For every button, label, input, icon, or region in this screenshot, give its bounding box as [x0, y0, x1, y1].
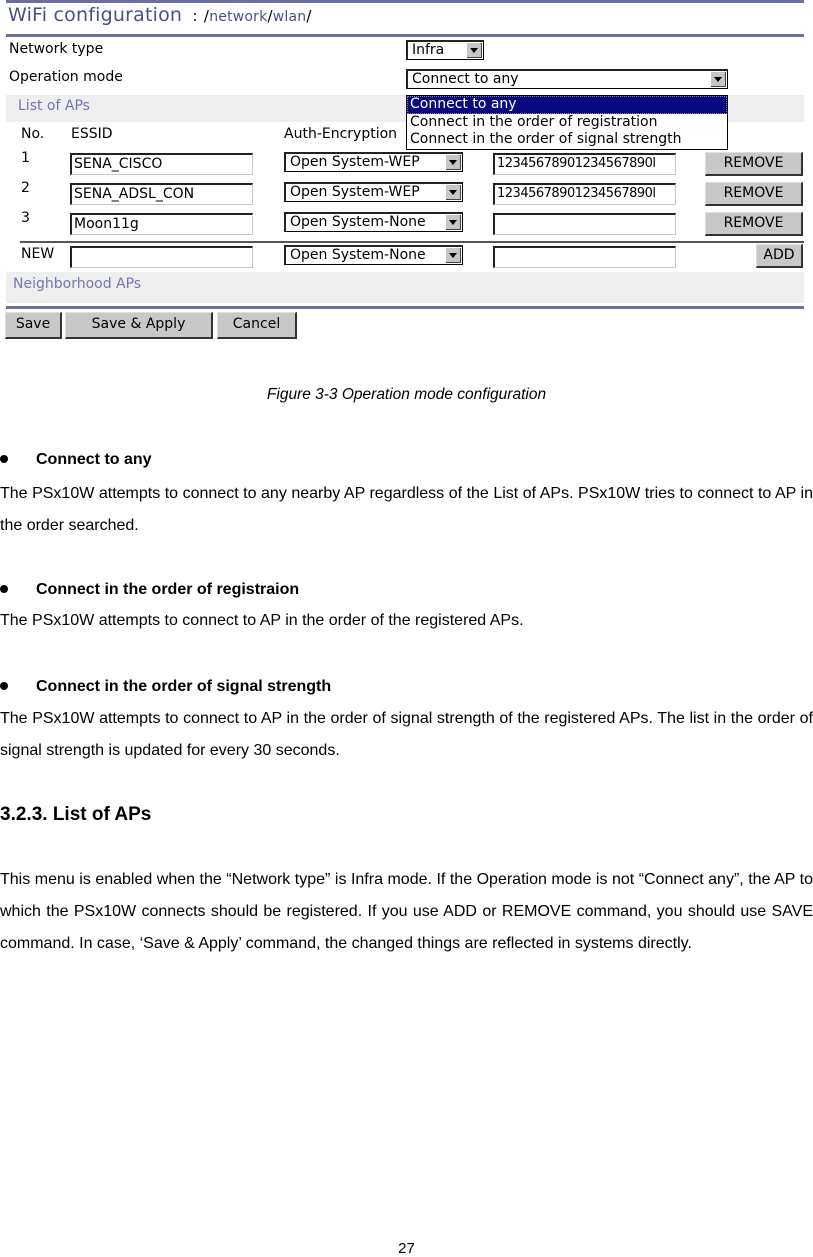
list-of-aps-label: List of APs [18, 98, 90, 114]
neighborhood-aps-band: Neighborhood APs [6, 272, 804, 303]
add-button[interactable]: ADD [756, 244, 803, 268]
bullet-heading: Connect in the order of registraion [0, 581, 299, 599]
dropdown-arrow-icon[interactable] [446, 215, 461, 230]
paragraph: This menu is enabled when the “Network t… [0, 871, 813, 952]
remove-button[interactable]: REMOVE [705, 152, 803, 176]
auth-encryption-select[interactable]: Open System-WEP [284, 182, 463, 202]
dropdown-arrow-icon[interactable] [446, 185, 461, 200]
key-input[interactable]: 12345678901234567890l [493, 183, 676, 205]
new-key-input[interactable] [493, 246, 676, 268]
essid-input[interactable]: SENA_CISCO [70, 153, 253, 175]
ap-row-number: 1 [21, 150, 30, 166]
top-rule [6, 0, 804, 3]
bullet-text: Connect to any [36, 451, 152, 468]
figure-caption: Figure 3-3 Operation mode configuration [266, 386, 547, 403]
auth-encryption-value: Open System-WEP [290, 184, 420, 200]
column-header-no: No. [21, 126, 45, 142]
option-order-of-signal-strength[interactable]: Connect in the order of signal strength [407, 131, 727, 149]
network-type-label: Network type [9, 41, 104, 57]
ap-row-number: 2 [21, 180, 30, 196]
new-essid-input[interactable] [70, 246, 253, 268]
title-separator: : [192, 7, 198, 25]
bullet-icon [0, 584, 8, 593]
dropdown-arrow-icon[interactable] [711, 72, 726, 87]
auth-encryption-value: Open System-None [290, 214, 426, 230]
bullet-text: Connect in the order of registraion [36, 581, 300, 598]
auth-encryption-value: Open System-WEP [290, 154, 420, 170]
ap-row-number: 3 [21, 210, 30, 226]
save-apply-button[interactable]: Save & Apply [65, 312, 213, 339]
new-auth-encryption-select[interactable]: Open System-None [284, 245, 463, 265]
auth-encryption-value: Open System-None [290, 247, 426, 263]
operation-mode-label: Operation mode [9, 69, 123, 85]
column-header-auth-encryption: Auth-Encryption [284, 126, 398, 142]
page-title: WiFi configuration : /network/wlan/ [8, 4, 312, 26]
footer-rule [6, 306, 804, 309]
operation-mode-select[interactable]: Connect to any [406, 69, 728, 89]
neighborhood-aps-label: Neighborhood APs [13, 276, 142, 292]
paragraph: The PSx10W attempts to connect to AP in … [0, 612, 524, 629]
cancel-button[interactable]: Cancel [217, 312, 297, 339]
essid-input[interactable]: SENA_ADSL_CON [70, 183, 253, 205]
breadcrumb-network[interactable]: network [209, 9, 267, 25]
dropdown-arrow-icon[interactable] [446, 155, 461, 170]
option-connect-to-any[interactable]: Connect to any [407, 96, 727, 114]
bullet-heading: Connect in the order of signal strength [0, 678, 331, 696]
paragraph: The PSx10W attempts to connect to any ne… [0, 485, 813, 534]
remove-button[interactable]: REMOVE [705, 212, 803, 236]
bullet-heading: Connect to any [0, 451, 152, 469]
new-row-divider [20, 241, 804, 243]
breadcrumb-wlan[interactable]: wlan [273, 9, 307, 25]
paragraph: The PSx10W attempts to connect to AP in … [0, 710, 813, 759]
remove-button[interactable]: REMOVE [705, 182, 803, 206]
save-button[interactable]: Save [5, 312, 62, 339]
option-order-of-registration[interactable]: Connect in the order of registration [407, 114, 727, 132]
auth-encryption-select[interactable]: Open System-None [284, 212, 463, 232]
dropdown-arrow-icon[interactable] [446, 248, 461, 263]
header-rule [6, 34, 804, 37]
bullet-icon [0, 454, 8, 463]
key-input[interactable]: 12345678901234567890l [493, 153, 676, 175]
dropdown-arrow-icon[interactable] [467, 43, 482, 58]
column-header-essid: ESSID [71, 126, 113, 142]
key-input[interactable] [493, 213, 676, 235]
operation-mode-dropdown-list[interactable]: Connect to any Connect in the order of r… [406, 95, 728, 150]
new-row-label: NEW [21, 246, 55, 262]
section-heading: 3.2.3. List of APs [0, 804, 152, 825]
operation-mode-value: Connect to any [412, 71, 519, 87]
essid-input[interactable]: Moon11g [70, 213, 253, 235]
bullet-icon [0, 681, 8, 690]
bullet-text: Connect in the order of signal strength [36, 678, 332, 695]
network-type-value: Infra [412, 42, 445, 58]
wifi-config-screenshot: WiFi configuration : /network/wlan/ Netw… [0, 0, 813, 345]
auth-encryption-select[interactable]: Open System-WEP [284, 152, 463, 172]
page-number: 27 [398, 1240, 415, 1257]
title-text: WiFi configuration [8, 4, 183, 26]
network-type-select[interactable]: Infra [406, 40, 484, 60]
